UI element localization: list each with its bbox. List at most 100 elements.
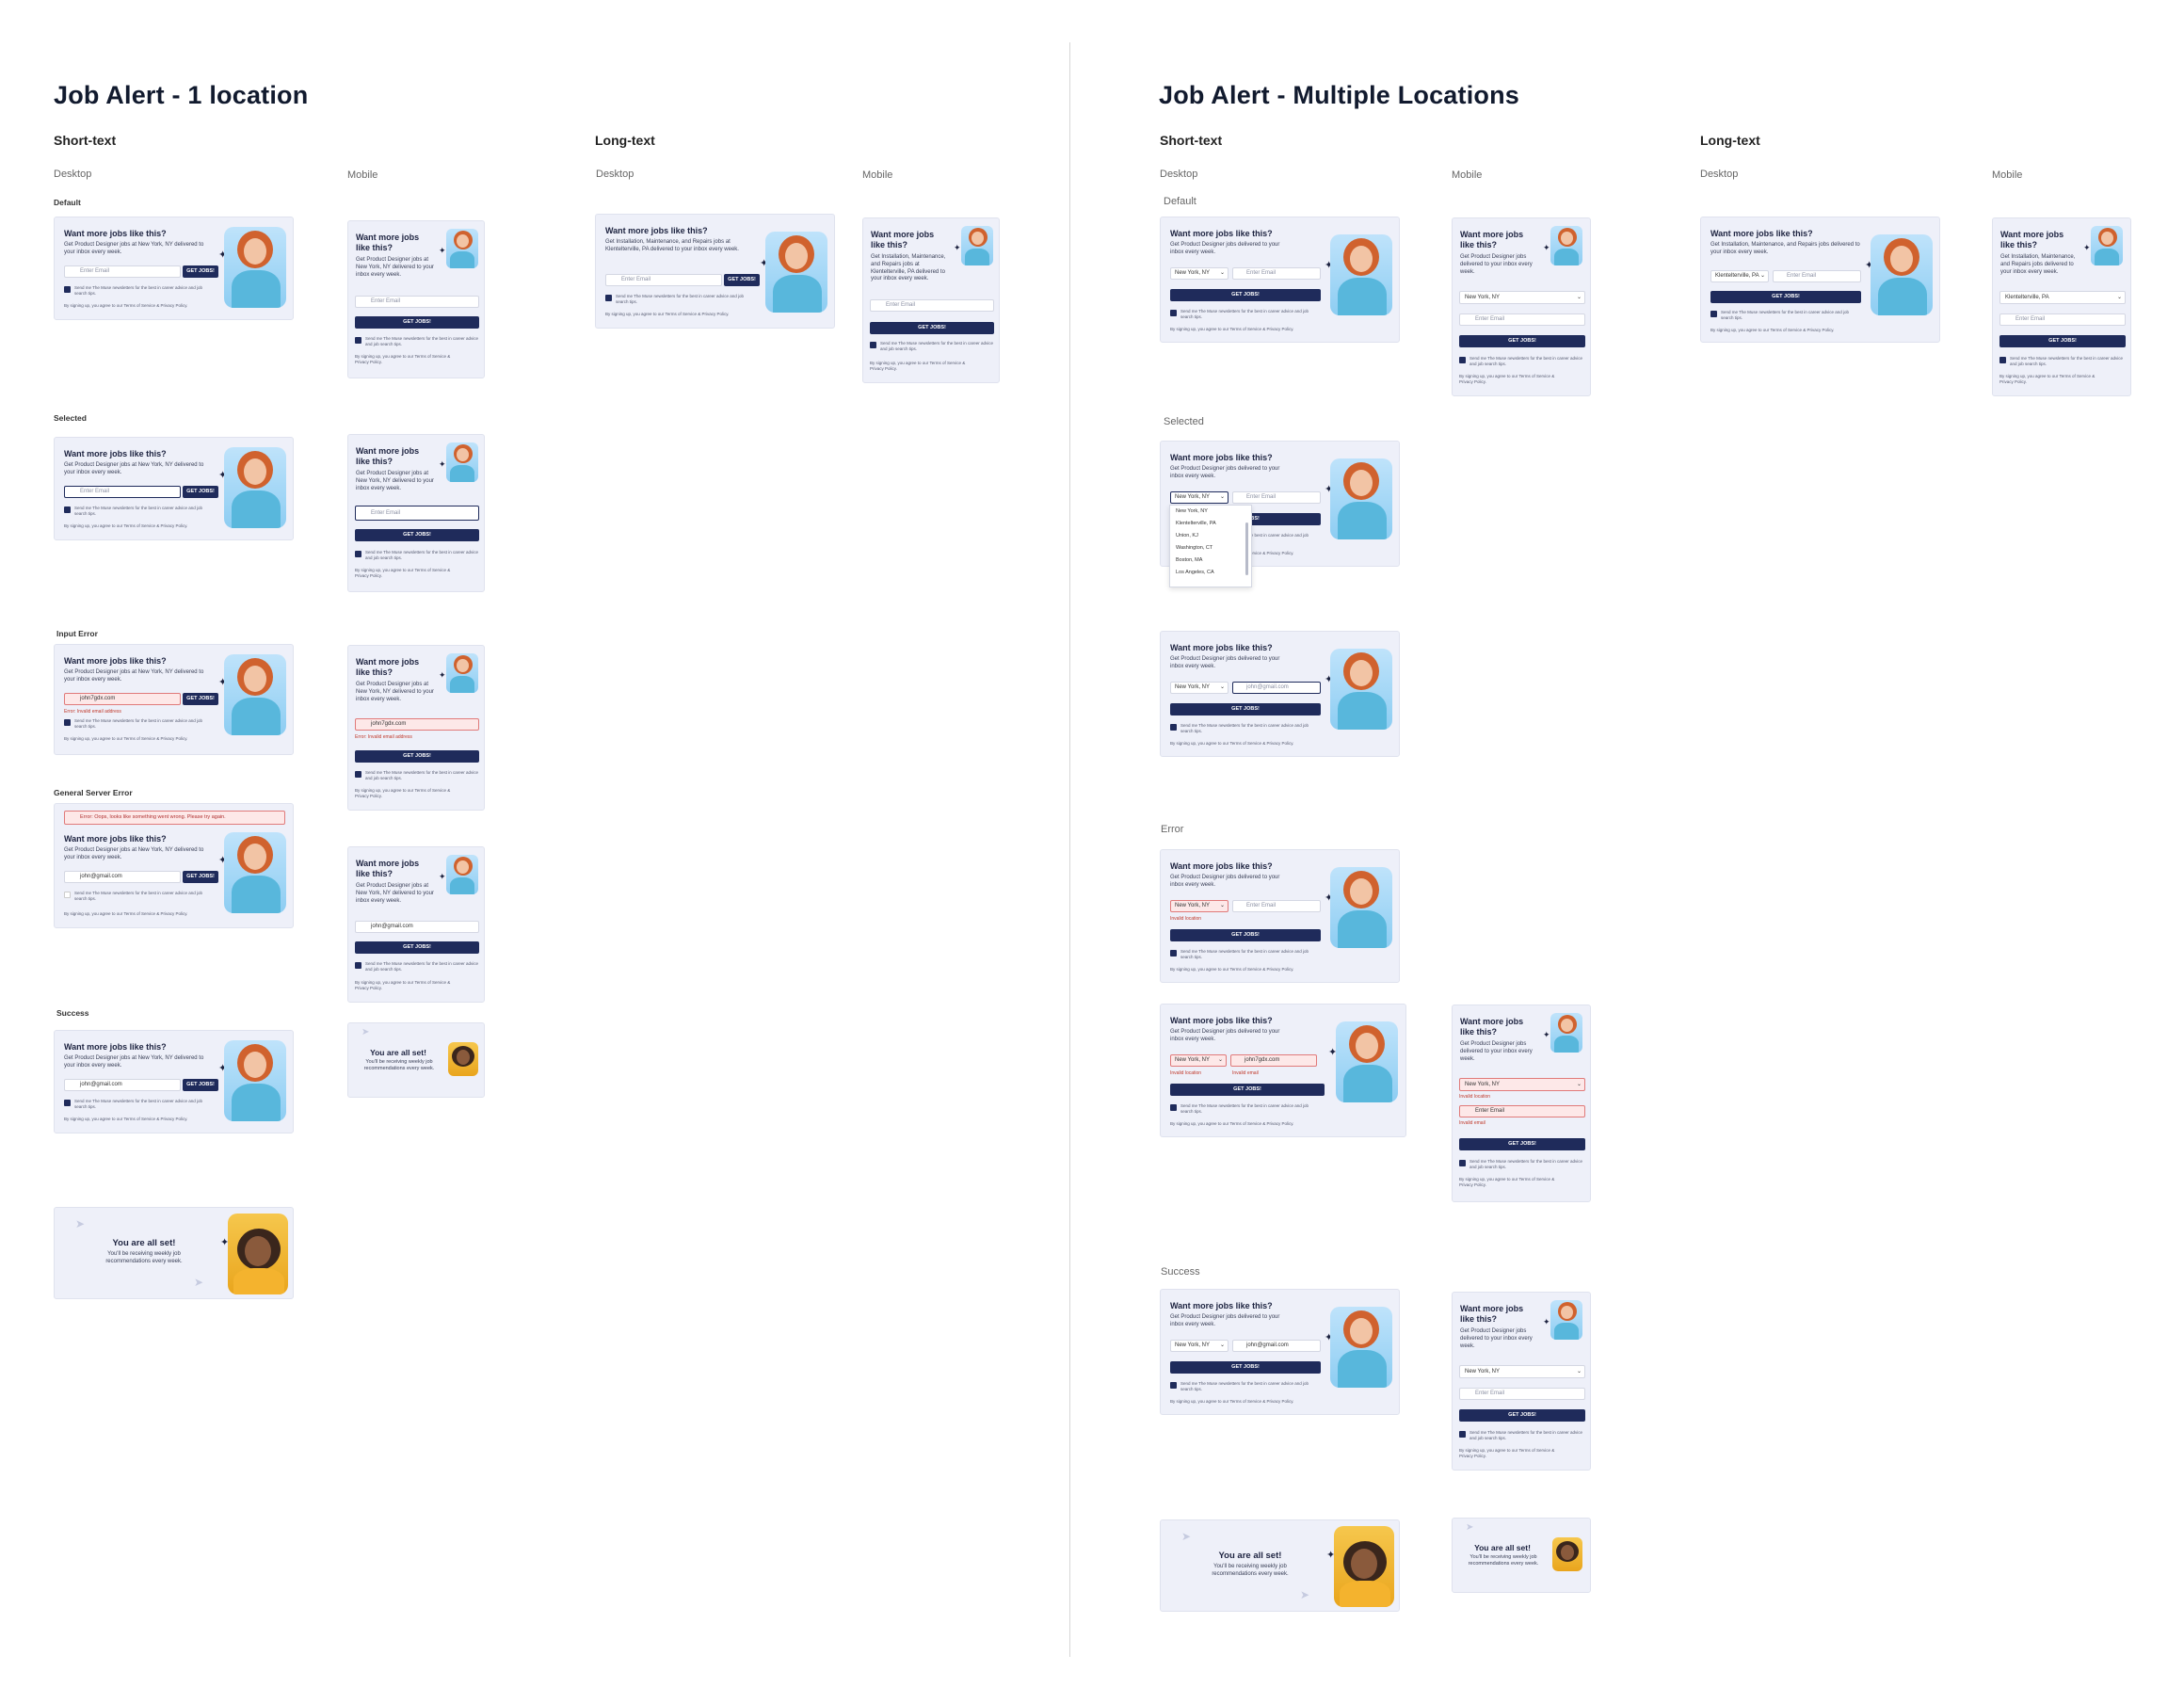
- newsletter-checkbox[interactable]: [1170, 310, 1177, 316]
- get-jobs-button[interactable]: GET JOBS!: [724, 274, 760, 286]
- location-select[interactable]: New York, NY ⌄: [1170, 682, 1228, 694]
- get-jobs-button[interactable]: GET JOBS!: [1170, 1361, 1321, 1374]
- location-select[interactable]: New York, NY ⌄: [1170, 491, 1228, 504]
- job-alert-card-desktop-server-error: Error: Oops, looks like something went w…: [54, 803, 294, 928]
- person-photo: [1552, 1537, 1582, 1571]
- location-select[interactable]: New York, NY ⌄: [1170, 267, 1228, 280]
- card-description: Get Installation, Maintenance, and Repai…: [1710, 242, 1860, 255]
- email-input[interactable]: Enter Email: [64, 486, 181, 498]
- location-select[interactable]: New York, NY ⌄: [1459, 1365, 1585, 1378]
- get-jobs-button[interactable]: GET JOBS!: [183, 1079, 218, 1091]
- person-photo: [446, 855, 478, 894]
- newsletter-checkbox[interactable]: [64, 1100, 71, 1106]
- email-input[interactable]: Enter Email: [1232, 491, 1321, 504]
- get-jobs-button[interactable]: GET JOBS!: [183, 693, 218, 705]
- newsletter-checkbox[interactable]: [605, 295, 612, 301]
- email-input-error[interactable]: john7gdx.com: [1230, 1054, 1317, 1067]
- email-input[interactable]: Enter Email: [1459, 1388, 1585, 1400]
- email-input[interactable]: Enter Email: [1232, 267, 1321, 280]
- location-select[interactable]: Klentelterville, PA ⌄: [1999, 291, 2126, 304]
- newsletter-checkbox[interactable]: [64, 719, 71, 726]
- location-value: New York, NY: [1175, 270, 1211, 276]
- terms-text: By signing up, you agree to our Terms of…: [1170, 741, 1294, 746]
- get-jobs-button[interactable]: GET JOBS!: [1170, 289, 1321, 301]
- get-jobs-button[interactable]: GET JOBS!: [1170, 1084, 1325, 1096]
- location-select[interactable]: New York, NY ⌄: [1170, 1340, 1228, 1352]
- location-select-error[interactable]: New York, NY ⌄: [1170, 900, 1228, 912]
- get-jobs-button[interactable]: GET JOBS!: [355, 941, 479, 954]
- location-select[interactable]: Klentelterville, PA ⌄: [1710, 270, 1769, 282]
- dropdown-option[interactable]: Klentelterville, PA: [1170, 518, 1251, 530]
- card-title: Want more jobs like this?: [356, 859, 420, 878]
- dropdown-scrollbar[interactable]: [1245, 522, 1248, 575]
- newsletter-checkbox[interactable]: [355, 551, 361, 557]
- email-input[interactable]: Enter Email: [1999, 313, 2126, 326]
- email-input[interactable]: Enter Email: [64, 265, 181, 278]
- get-jobs-button[interactable]: GET JOBS!: [355, 750, 479, 763]
- newsletter-checkbox[interactable]: [1999, 357, 2006, 363]
- email-input[interactable]: john@gmail.com: [1232, 682, 1321, 694]
- newsletter-checkbox[interactable]: [1170, 1104, 1177, 1111]
- location-select[interactable]: New York, NY ⌄: [1459, 291, 1585, 304]
- chevron-down-icon: ⌄: [1217, 1057, 1223, 1063]
- get-jobs-button[interactable]: GET JOBS!: [183, 265, 218, 278]
- state-server-error: General Server Error: [54, 788, 133, 797]
- email-input[interactable]: Enter Email: [1459, 313, 1585, 326]
- newsletter-checkbox[interactable]: [64, 506, 71, 513]
- get-jobs-button[interactable]: GET JOBS!: [355, 316, 479, 329]
- newsletter-checkbox[interactable]: [1710, 311, 1717, 317]
- email-input[interactable]: Enter Email: [355, 296, 479, 308]
- newsletter-label: Send me The Muse newsletters for the bes…: [365, 961, 478, 972]
- get-jobs-button[interactable]: GET JOBS!: [1170, 929, 1321, 941]
- email-input[interactable]: Enter Email: [605, 274, 722, 286]
- location-select-error[interactable]: New York, NY ⌄: [1170, 1054, 1227, 1067]
- email-input[interactable]: john@gmail.com: [64, 1079, 181, 1091]
- newsletter-checkbox[interactable]: [64, 286, 71, 293]
- dropdown-option[interactable]: Los Angeles, CA: [1170, 567, 1251, 579]
- get-jobs-button[interactable]: GET JOBS!: [355, 529, 479, 541]
- email-input-error[interactable]: john7gdx.com: [64, 693, 181, 705]
- newsletter-label: Send me The Muse newsletters for the bes…: [1469, 356, 1582, 366]
- email-input[interactable]: Enter Email: [1232, 900, 1321, 912]
- dropdown-option[interactable]: Union, KJ: [1170, 530, 1251, 542]
- get-jobs-button[interactable]: GET JOBS!: [1710, 291, 1861, 303]
- newsletter-checkbox[interactable]: [1459, 1431, 1466, 1438]
- email-input[interactable]: Enter Email: [870, 299, 994, 312]
- get-jobs-button[interactable]: GET JOBS!: [1459, 1138, 1585, 1150]
- email-input[interactable]: john@gmail.com: [1232, 1340, 1321, 1352]
- label-desktop-long-multi: Desktop: [1700, 169, 1739, 180]
- dropdown-option[interactable]: Boston, MA: [1170, 555, 1251, 567]
- get-jobs-button[interactable]: GET JOBS!: [1459, 335, 1585, 347]
- email-input[interactable]: john@gmail.com: [355, 921, 479, 933]
- get-jobs-button[interactable]: GET JOBS!: [1459, 1409, 1585, 1422]
- email-input[interactable]: Enter Email: [1773, 270, 1861, 282]
- multi-card-mobile-default: Want more jobs like this? Get Product De…: [1452, 217, 1591, 396]
- get-jobs-button[interactable]: GET JOBS!: [870, 322, 994, 334]
- newsletter-checkbox[interactable]: [1170, 1382, 1177, 1389]
- terms-text: By signing up, you agree to our Terms of…: [355, 568, 451, 578]
- email-input[interactable]: Enter Email: [355, 506, 479, 521]
- email-input-error[interactable]: Enter Email: [1459, 1105, 1585, 1117]
- paper-plane-icon: ➤: [1300, 1588, 1310, 1601]
- email-input[interactable]: john@gmail.com: [64, 871, 181, 883]
- newsletter-label: Send me The Muse newsletters for the bes…: [74, 718, 202, 729]
- newsletter-checkbox[interactable]: [355, 337, 361, 344]
- email-input-error[interactable]: john7gdx.com: [355, 718, 479, 731]
- newsletter-checkbox[interactable]: [1170, 950, 1177, 956]
- newsletter-checkbox[interactable]: [355, 962, 361, 969]
- get-jobs-button[interactable]: GET JOBS!: [183, 486, 218, 498]
- newsletter-checkbox[interactable]: [1459, 1160, 1466, 1166]
- location-select-error[interactable]: New York, NY ⌄: [1459, 1078, 1585, 1091]
- newsletter-checkbox[interactable]: [1170, 724, 1177, 731]
- get-jobs-button[interactable]: GET JOBS!: [1170, 703, 1321, 715]
- card-title: Want more jobs like this?: [64, 229, 167, 238]
- get-jobs-button[interactable]: GET JOBS!: [183, 871, 218, 883]
- terms-text: By signing up, you agree to our Terms of…: [1710, 328, 1835, 332]
- newsletter-checkbox[interactable]: [1459, 357, 1466, 363]
- newsletter-checkbox[interactable]: [870, 342, 876, 348]
- dropdown-option[interactable]: New York, NY: [1170, 506, 1251, 518]
- dropdown-option[interactable]: Washington, CT: [1170, 542, 1251, 555]
- get-jobs-button[interactable]: GET JOBS!: [1999, 335, 2126, 347]
- newsletter-checkbox[interactable]: [355, 771, 361, 778]
- newsletter-checkbox[interactable]: [64, 892, 71, 898]
